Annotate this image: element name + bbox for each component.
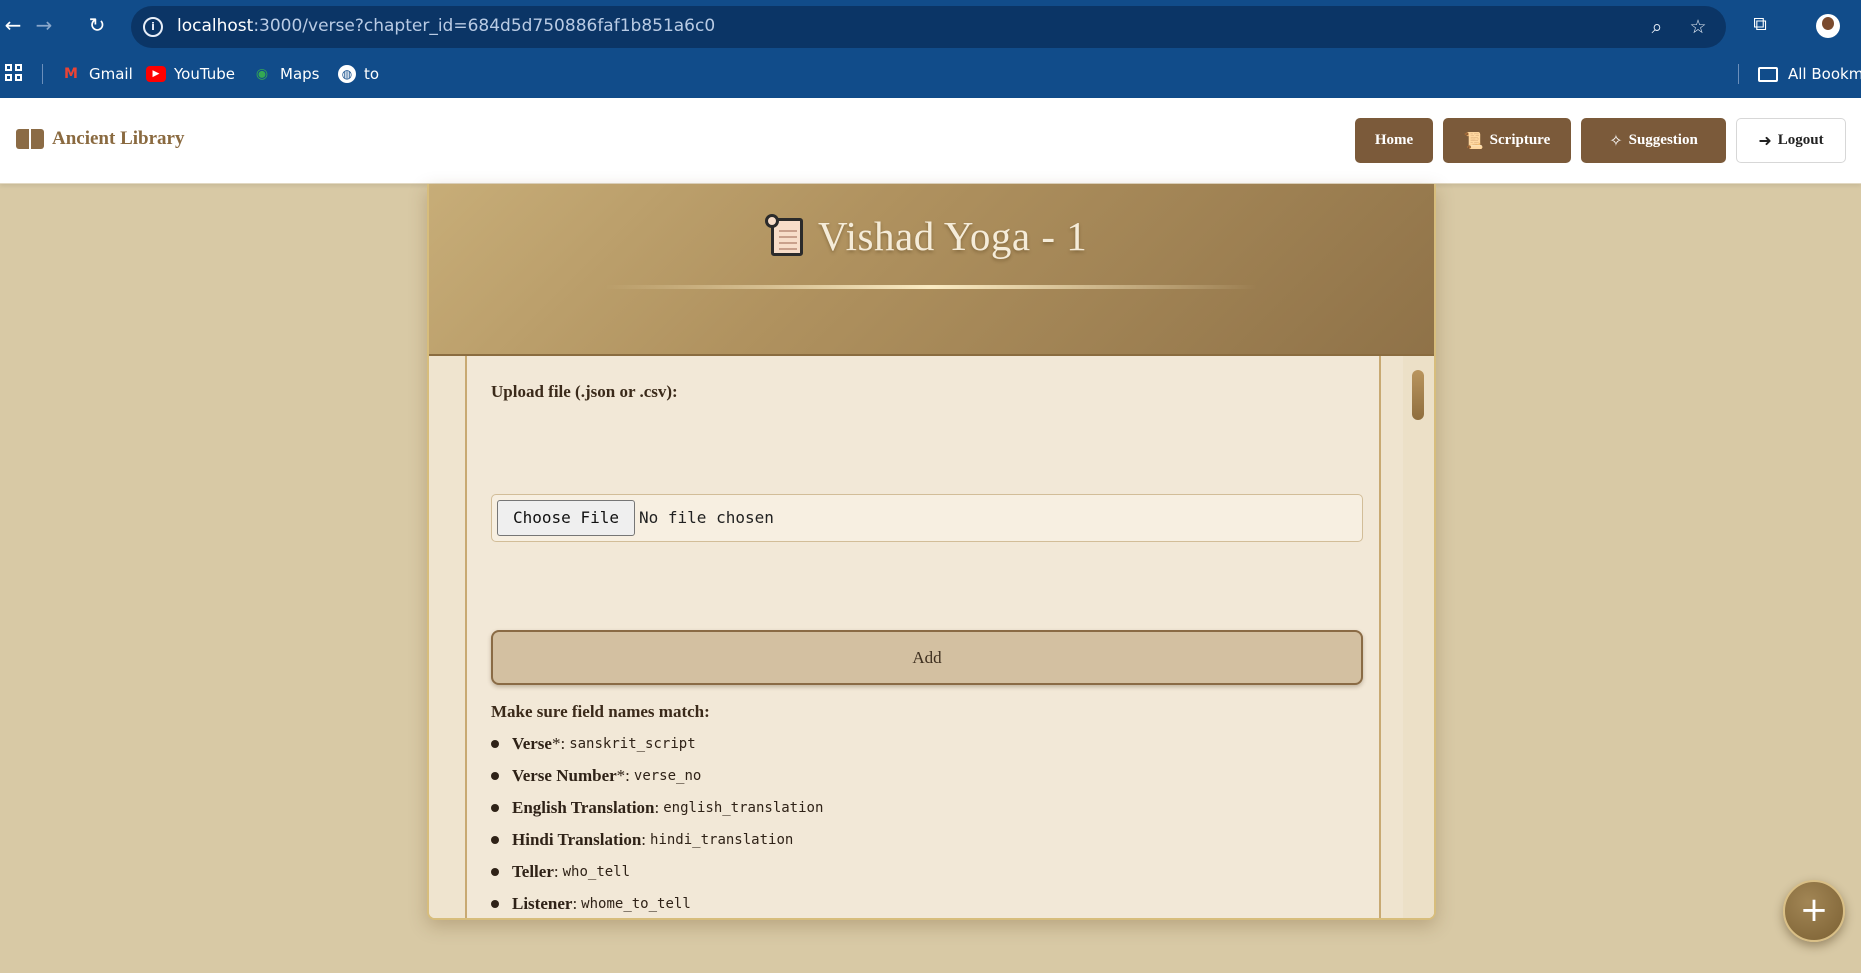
browser-toolbar: ← → ↻ i localhost:3000/verse?chapter_id=… <box>0 0 1861 50</box>
bookmarks-bar: M Gmail ▶ YouTube ◉ Maps ◍ to All Bookma <box>0 50 1861 98</box>
field-key: english_translation <box>663 800 824 816</box>
maps-icon: ◉ <box>255 66 269 82</box>
card-body: Upload file (.json or .csv): Choose File… <box>429 356 1434 918</box>
field-name: Verse <box>512 734 552 753</box>
logout-button[interactable]: ➜ Logout <box>1736 118 1846 163</box>
brand-name: Ancient Library <box>52 128 185 149</box>
list-item: Hindi Translation: hindi_translation <box>491 824 1351 856</box>
card-scrollbar[interactable] <box>1403 356 1434 918</box>
app-navbar: Ancient Library Home 📜 Scripture ✧ Sugge… <box>0 98 1861 184</box>
field-suffix: *: <box>616 766 630 785</box>
globe-icon: ◍ <box>338 65 356 83</box>
url-host: localhost <box>177 16 254 36</box>
upload-panel: Upload file (.json or .csv): Choose File… <box>465 356 1381 918</box>
bookmark-youtube[interactable]: ▶ YouTube <box>146 62 235 86</box>
home-button[interactable]: Home <box>1355 118 1433 163</box>
scrollbar-thumb[interactable] <box>1412 370 1424 420</box>
bookmarks-divider <box>1738 64 1739 84</box>
header-divider <box>605 285 1257 289</box>
verse-card: Vishad Yoga - 1 Upload file (.json or .c… <box>427 184 1436 920</box>
field-key: sanskrit_script <box>569 736 696 752</box>
field-name: English Translation <box>512 798 655 817</box>
youtube-icon: ▶ <box>146 66 166 82</box>
field-key: whome_to_tell <box>581 896 691 912</box>
field-suffix: : <box>572 894 578 913</box>
scripture-button-label: Scripture <box>1489 132 1551 148</box>
field-key: who_tell <box>562 864 631 880</box>
bookmark-label: YouTube <box>174 65 235 83</box>
field-suffix: *: <box>551 734 566 753</box>
field-key: hindi_translation <box>650 832 794 848</box>
url-path: :3000/verse?chapter_id=684d5d750886faf1b… <box>253 16 716 36</box>
field-key: verse_no <box>633 768 702 784</box>
profile-avatar[interactable] <box>1816 14 1840 38</box>
brand-logo[interactable]: Ancient Library <box>16 128 184 150</box>
bookmark-label: to <box>364 65 380 83</box>
list-item: Verse Number *: verse_no <box>491 760 1351 792</box>
folder-icon <box>1758 66 1778 82</box>
open-book-icon <box>16 129 44 149</box>
suggestion-button[interactable]: ✧ Suggestion <box>1581 118 1726 163</box>
logout-button-label: Logout <box>1777 132 1824 148</box>
field-name: Teller <box>512 862 554 881</box>
field-list: Verse *: sanskrit_script Verse Number *: ver… <box>491 728 1351 918</box>
chapter-title: Vishad Yoga - 1 <box>818 213 1088 259</box>
zoom-icon[interactable]: ⌕ <box>1645 15 1669 39</box>
sparkles-icon: ✧ <box>1609 131 1623 150</box>
apps-grid-icon[interactable] <box>5 64 22 81</box>
home-button-label: Home <box>1374 132 1414 148</box>
bookmarks-divider <box>42 64 43 84</box>
bookmark-star-icon[interactable]: ☆ <box>1686 15 1710 39</box>
file-status-text: No file chosen <box>639 508 774 527</box>
list-item: English Translation: english_translation <box>491 792 1351 824</box>
add-fab-button[interactable]: + <box>1783 880 1845 942</box>
list-item: Verse *: sanskrit_script <box>491 728 1351 760</box>
upload-label: Upload file (.json or .csv): <box>491 382 678 401</box>
gmail-icon: M <box>64 66 78 82</box>
bookmark-to[interactable]: ◍ to <box>338 62 379 86</box>
field-name: Listener <box>512 894 573 913</box>
site-info-icon[interactable]: i <box>143 17 163 37</box>
list-item: Listener: whome_to_tell <box>491 888 1351 918</box>
field-name: Hindi Translation <box>512 830 642 849</box>
extensions-icon[interactable]: ⧉ <box>1748 12 1772 36</box>
bookmark-maps[interactable]: ◉ Maps <box>252 62 320 86</box>
bookmark-label: Maps <box>280 65 320 83</box>
scroll-icon: 📜 <box>1463 131 1484 150</box>
field-suffix: : <box>641 830 647 849</box>
reload-icon[interactable]: ↻ <box>84 12 110 38</box>
field-suffix: : <box>553 862 559 881</box>
field-suffix: : <box>654 798 660 817</box>
fields-heading: Make sure field names match: <box>491 702 710 721</box>
logout-icon: ➜ <box>1758 131 1772 150</box>
file-input[interactable]: Choose File No file chosen <box>491 494 1363 542</box>
choose-file-button[interactable]: Choose File <box>497 500 635 536</box>
field-name: Verse Number <box>512 766 617 785</box>
scroll-icon <box>765 214 807 258</box>
url-text[interactable]: localhost:3000/verse?chapter_id=684d5d75… <box>177 16 715 36</box>
address-bar[interactable]: i localhost:3000/verse?chapter_id=684d5d… <box>131 6 1726 48</box>
forward-arrow-icon[interactable]: → <box>31 12 57 38</box>
bookmark-label: Gmail <box>89 65 133 83</box>
list-item: Teller: who_tell <box>491 856 1351 888</box>
back-arrow-icon[interactable]: ← <box>0 12 26 38</box>
all-bookmarks[interactable]: All Bookma <box>1758 62 1861 86</box>
chapter-header: Vishad Yoga - 1 <box>429 184 1434 356</box>
all-bookmarks-label: All Bookma <box>1788 65 1861 83</box>
scripture-button[interactable]: 📜 Scripture <box>1443 118 1571 163</box>
bookmark-gmail[interactable]: M Gmail <box>61 62 133 86</box>
add-button[interactable]: Add <box>491 630 1363 685</box>
suggestion-button-label: Suggestion <box>1628 132 1698 148</box>
